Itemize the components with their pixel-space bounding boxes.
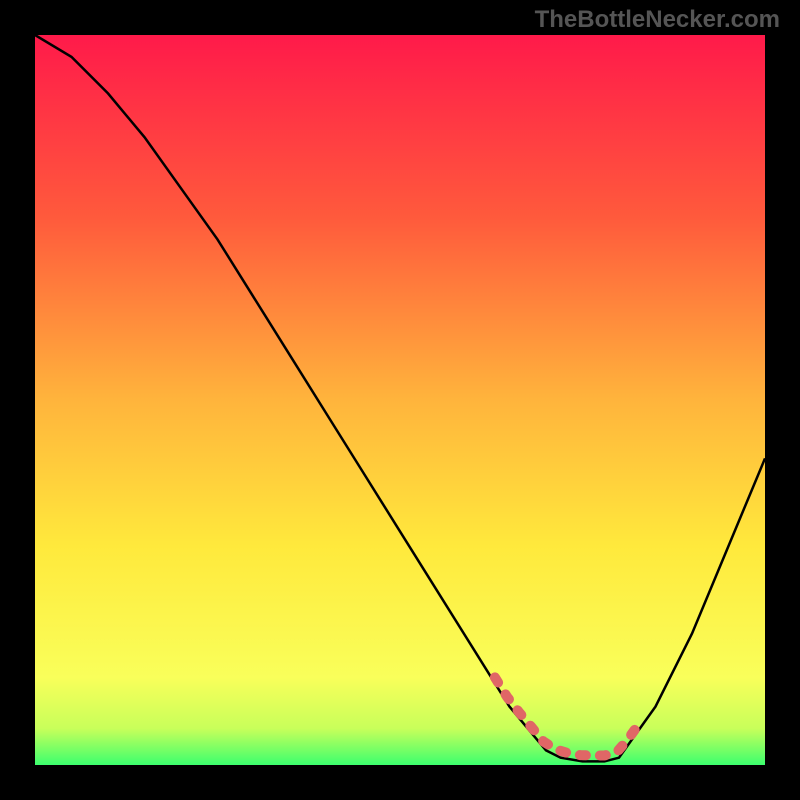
plot-area — [35, 35, 765, 765]
bottleneck-curve — [35, 35, 765, 761]
chart-container: TheBottleNecker.com — [0, 0, 800, 800]
curve-layer — [35, 35, 765, 765]
optimal-region-marker — [495, 677, 641, 755]
watermark-text: TheBottleNecker.com — [535, 6, 780, 34]
